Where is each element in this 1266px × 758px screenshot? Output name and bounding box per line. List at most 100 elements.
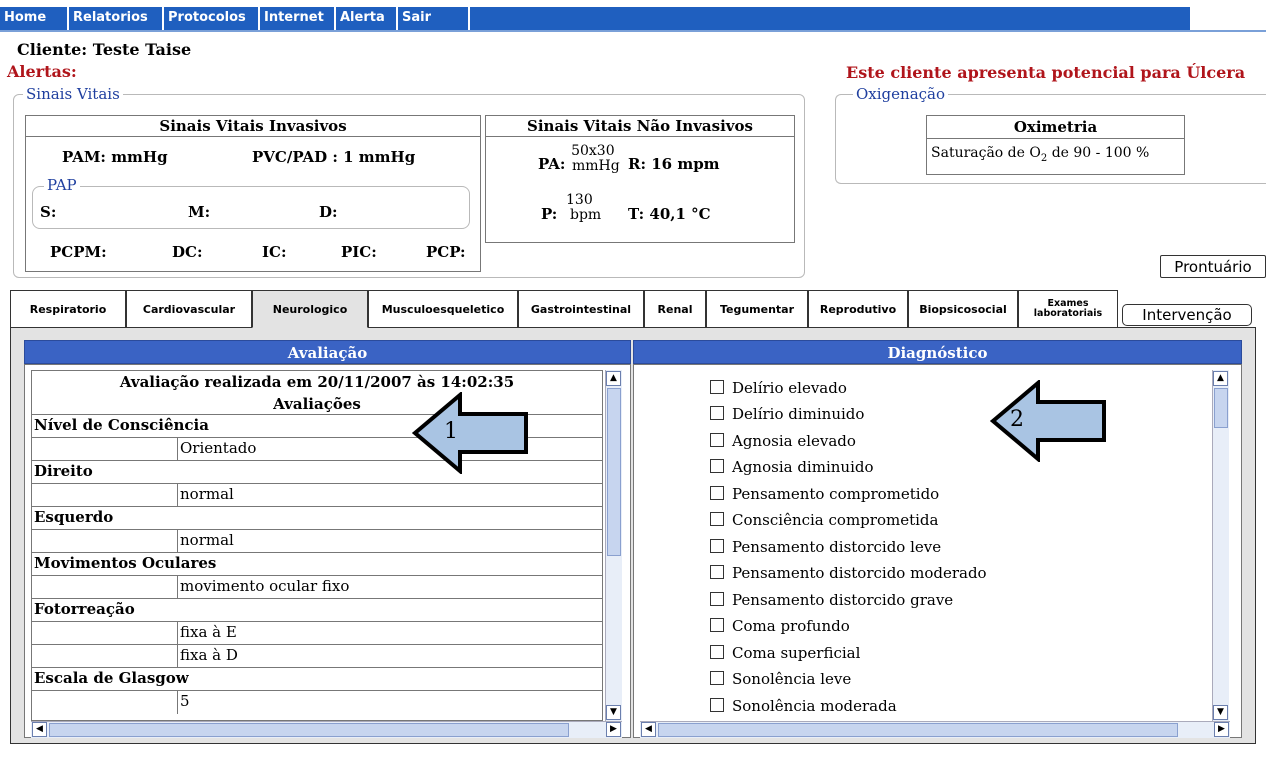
menu-home[interactable]: Home — [0, 7, 67, 30]
checkbox[interactable] — [710, 671, 724, 685]
eval-row-value: fixa à D — [32, 645, 602, 668]
diagnostico-vertical-scrollbar[interactable]: ▲ ▼ — [1212, 370, 1229, 721]
checkbox[interactable] — [710, 433, 724, 447]
checkbox[interactable] — [710, 645, 724, 659]
menu-internet[interactable]: Internet — [258, 7, 334, 30]
eval-row-value: normal — [32, 530, 602, 553]
pcp-label: PCP: — [426, 243, 466, 261]
diagnosis-item[interactable]: Delírio diminuido — [710, 401, 864, 427]
pic-label: PIC: — [341, 243, 377, 261]
scroll-thumb[interactable] — [607, 388, 621, 556]
avaliacao-header: Avaliação — [24, 340, 631, 364]
annotation-label-2: 2 — [1010, 407, 1024, 432]
annotation-label-1: 1 — [444, 419, 458, 444]
tab-biopsicosocial[interactable]: Biopsicosocial — [908, 290, 1018, 328]
checkbox[interactable] — [710, 539, 724, 553]
scroll-up-icon[interactable]: ▲ — [606, 371, 621, 386]
pa-value: 50x30 mmHg — [566, 144, 620, 174]
pcpm-label: PCPM: — [50, 243, 107, 261]
eval-row-label: Movimentos Oculares — [32, 553, 602, 576]
avaliacao-horizontal-scrollbar[interactable]: ◀ ▶ — [31, 721, 622, 738]
pam-label: PAM: mmHg — [62, 148, 168, 166]
pap-group — [32, 186, 470, 229]
eval-row-value: normal — [32, 484, 602, 507]
scroll-left-icon[interactable]: ◀ — [641, 722, 656, 737]
pulse-unit: bpm — [570, 207, 602, 223]
menu-sair[interactable]: Sair — [396, 7, 470, 30]
diagnosis-item[interactable]: Pensamento distorcido moderado — [710, 560, 987, 586]
diagnosis-item[interactable]: Pensamento comprometido — [710, 481, 939, 507]
diagnosis-item[interactable]: Pensamento distorcido leve — [710, 534, 941, 560]
tab-renal[interactable]: Renal — [644, 290, 706, 328]
prontuario-button[interactable]: Prontuário — [1160, 255, 1266, 278]
tab-cardiovascular[interactable]: Cardiovascular — [126, 290, 252, 328]
menu-alerta[interactable]: Alerta — [334, 7, 396, 30]
menu-underline — [0, 30, 1266, 32]
diagnosis-item[interactable]: Pensamento distorcido grave — [710, 587, 953, 613]
diagnosis-item[interactable]: Coma superficial — [710, 640, 860, 666]
pulse-label: P: — [541, 205, 558, 223]
intervencao-button[interactable]: Intervenção — [1122, 304, 1252, 326]
alert-message: Este cliente apresenta potencial para Úl… — [846, 63, 1246, 82]
top-menu-bar: Home Relatorios Protocolos Internet Aler… — [0, 7, 1266, 32]
eval-row-value: fixa à E — [32, 622, 602, 645]
temperature: T: 40,1 °C — [628, 205, 711, 223]
scroll-thumb[interactable] — [1214, 388, 1228, 428]
tab-respiratorio[interactable]: Respiratorio — [10, 290, 126, 328]
menu-bar-background: Home Relatorios Protocolos Internet Aler… — [0, 7, 1190, 30]
pap-legend: PAP — [44, 176, 80, 194]
checkbox[interactable] — [710, 380, 724, 394]
ic-label: IC: — [262, 243, 287, 261]
diagnosis-item[interactable]: Agnosia diminuido — [710, 454, 874, 480]
scroll-left-icon[interactable]: ◀ — [32, 722, 47, 737]
pvc-pad-value: PVC/PAD : 1 mmHg — [252, 148, 416, 166]
avaliacao-vertical-scrollbar[interactable]: ▲ ▼ — [605, 370, 622, 721]
scroll-right-icon[interactable]: ▶ — [606, 722, 621, 737]
scroll-right-icon[interactable]: ▶ — [1214, 722, 1229, 737]
resp-rate: R: 16 mpm — [628, 155, 720, 173]
pap-d-label: D: — [319, 203, 338, 221]
menu-relatorios[interactable]: Relatorios — [67, 7, 162, 30]
pulse-number: 130 — [566, 192, 593, 208]
scroll-up-icon[interactable]: ▲ — [1213, 371, 1228, 386]
tab-exames-line2: laboratoriais — [1033, 308, 1103, 319]
menu-protocolos[interactable]: Protocolos — [162, 7, 258, 30]
checkbox[interactable] — [710, 618, 724, 632]
checkbox[interactable] — [710, 406, 724, 420]
tab-neurologico[interactable]: Neurologico — [252, 290, 368, 328]
checkbox[interactable] — [710, 512, 724, 526]
tab-reprodutivo[interactable]: Reprodutivo — [808, 290, 908, 328]
pa-number: 50x30 — [571, 143, 615, 159]
checkbox[interactable] — [710, 592, 724, 606]
noninvasive-vitals-title: Sinais Vitais Não Invasivos — [485, 115, 795, 137]
diagnosis-item[interactable]: Coma profundo — [710, 613, 850, 639]
diagnosis-item[interactable]: Delírio elevado — [710, 375, 847, 401]
diagnostico-header: Diagnóstico — [633, 340, 1242, 364]
diagnostico-horizontal-scrollbar[interactable]: ◀ ▶ — [640, 721, 1230, 738]
annotation-arrow-1 — [412, 392, 528, 474]
pulse-value: 130 bpm — [566, 193, 601, 223]
diagnosis-item[interactable]: Consciência comprometida — [710, 507, 938, 533]
checkbox[interactable] — [710, 565, 724, 579]
diagnosis-item[interactable]: Sonolência leve — [710, 666, 851, 692]
scroll-thumb[interactable] — [49, 723, 569, 737]
eval-row-label: Fotorreação — [32, 599, 602, 622]
checkbox[interactable] — [710, 698, 724, 712]
oximetry-title: Oximetria — [926, 115, 1185, 139]
diagnosis-item[interactable]: Sonolência moderada — [710, 693, 897, 719]
tab-tegumentar[interactable]: Tegumentar — [706, 290, 808, 328]
pap-s-label: S: — [40, 203, 57, 221]
pap-m-label: M: — [188, 203, 211, 221]
scroll-thumb[interactable] — [658, 723, 1178, 737]
tab-gastrointestinal[interactable]: Gastrointestinal — [518, 290, 644, 328]
checkbox[interactable] — [710, 459, 724, 473]
tab-musculoesqueletico[interactable]: Musculoesqueletico — [368, 290, 518, 328]
diagnosis-item[interactable]: Agnosia elevado — [710, 428, 856, 454]
scroll-down-icon[interactable]: ▼ — [606, 705, 621, 720]
invasive-vitals-title: Sinais Vitais Invasivos — [25, 115, 481, 137]
scroll-down-icon[interactable]: ▼ — [1213, 705, 1228, 720]
evaluation-datetime: Avaliação realizada em 20/11/2007 às 14:… — [119, 373, 515, 391]
eval-row-value: movimento ocular fixo — [32, 576, 602, 599]
tab-exames-laboratoriais[interactable]: Exames laboratoriais — [1018, 290, 1118, 328]
checkbox[interactable] — [710, 486, 724, 500]
